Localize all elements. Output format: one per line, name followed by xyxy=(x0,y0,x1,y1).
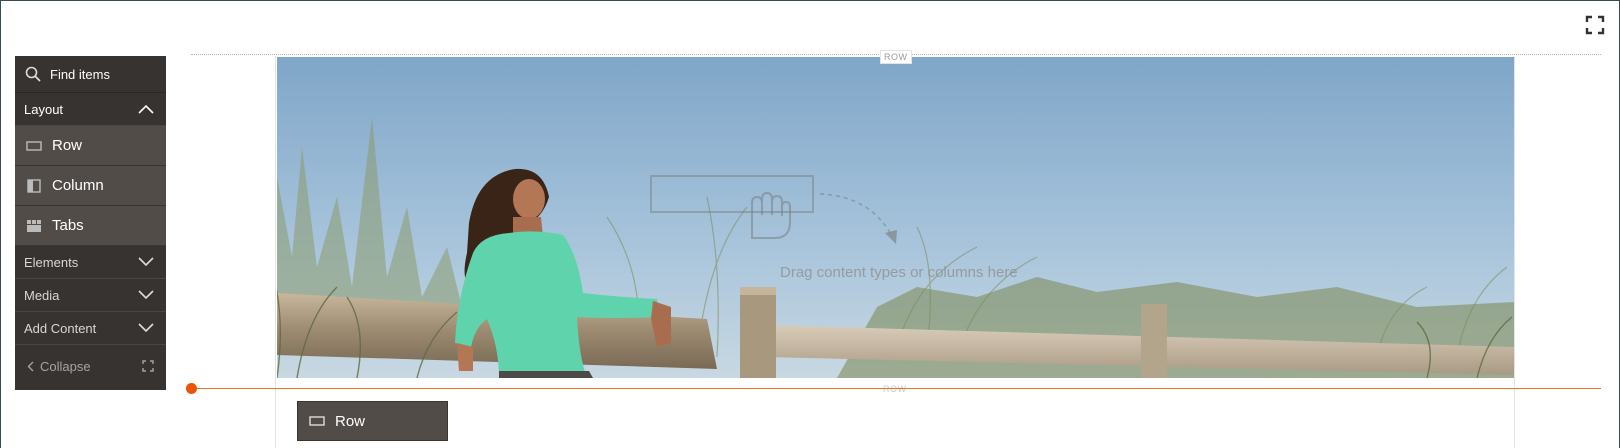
drop-insert-line xyxy=(191,388,1601,389)
row-icon xyxy=(309,414,325,428)
drop-hint-text: Drag content types or columns here xyxy=(780,264,1018,281)
drop-insert-dot xyxy=(186,383,197,394)
drop-hint-overlay: Drag content types or columns here xyxy=(0,0,1620,448)
row-label-bottom: ROW xyxy=(883,384,907,394)
row-label-top: ROW xyxy=(880,50,912,64)
dragged-item-label: Row xyxy=(335,412,366,430)
dragged-row-item[interactable]: Row xyxy=(297,401,448,441)
